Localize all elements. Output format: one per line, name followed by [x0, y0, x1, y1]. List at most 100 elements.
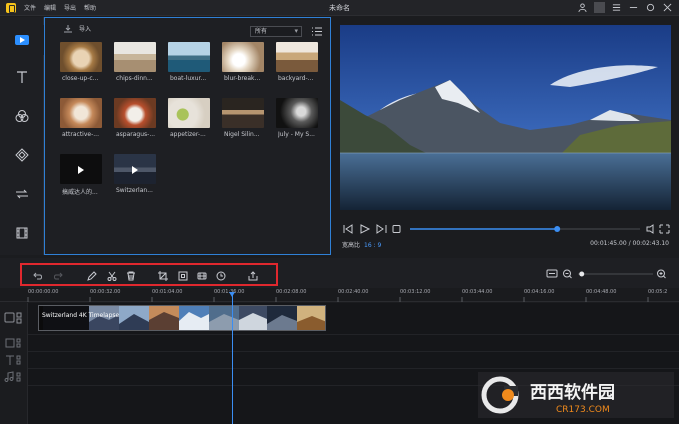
media-item[interactable]: backyard-... — [276, 42, 320, 86]
menu-edit[interactable]: 编辑 — [44, 3, 56, 12]
pencil-icon — [87, 271, 97, 281]
eye-icon[interactable] — [16, 318, 22, 324]
volume-icon[interactable] — [646, 224, 654, 234]
text-track[interactable] — [28, 352, 679, 369]
zoom-crop-button[interactable] — [177, 270, 189, 282]
fullscreen-icon[interactable] — [659, 224, 670, 234]
film-icon — [16, 227, 28, 239]
undo-button[interactable] — [32, 270, 44, 282]
media-item[interactable]: boat-luxur... — [168, 42, 212, 86]
tick-label: 00:03:44.00 — [462, 289, 493, 295]
overlay-icon — [15, 148, 29, 162]
media-icon — [15, 35, 29, 45]
playhead[interactable] — [229, 292, 235, 424]
media-caption: blur-break... — [224, 75, 261, 82]
media-item[interactable]: Switzerlan... — [114, 154, 158, 198]
track-header-filler — [0, 386, 28, 424]
music-track-header — [0, 369, 28, 386]
sidebar-item-overlay[interactable] — [0, 140, 44, 170]
transition-icon — [16, 189, 28, 199]
video-track-icon — [4, 312, 15, 323]
watermark: 西西软件园 CR173.COM — [478, 372, 674, 418]
media-item[interactable]: close-up-c... — [60, 42, 104, 86]
edit-tools-highlight — [20, 263, 278, 286]
text-icon — [17, 71, 27, 83]
export-clip-button[interactable] — [247, 270, 259, 282]
aspect-ratio-value[interactable]: 16 : 9 — [364, 242, 381, 249]
timeline-ruler[interactable]: 00:00:00.00 00:00:32.00 00:01:04.00 00:0… — [0, 288, 679, 302]
sidebar-item-text[interactable] — [0, 62, 44, 92]
lock-icon[interactable] — [16, 312, 22, 318]
list-view-icon[interactable] — [312, 27, 322, 36]
clip-prefix: og — [39, 315, 40, 322]
menu-icon[interactable] — [611, 2, 622, 13]
duration-button[interactable] — [215, 270, 227, 282]
prev-frame-icon[interactable] — [343, 224, 353, 234]
play-icon[interactable] — [360, 224, 371, 234]
tick-label: 00:04:16.00 — [524, 289, 555, 295]
close-icon[interactable] — [662, 2, 673, 13]
media-caption: asparagus-... — [116, 131, 156, 138]
sidebar-item-media[interactable] — [0, 25, 44, 55]
import-label: 导入 — [79, 26, 92, 33]
filter-icon — [15, 110, 29, 122]
menu-export[interactable]: 导出 — [64, 3, 76, 12]
edit-toolbar — [0, 258, 679, 288]
mosaic-button[interactable] — [196, 270, 208, 282]
stop-icon[interactable] — [392, 225, 401, 233]
menu-file[interactable]: 文件 — [24, 3, 36, 12]
media-thumbnail — [114, 98, 156, 128]
player-controls — [340, 222, 671, 236]
media-item[interactable]: appetizer-... — [168, 98, 212, 142]
media-thumbnail — [60, 42, 102, 72]
media-item[interactable]: blur-break... — [222, 42, 266, 86]
menu-bar: 文件 编辑 导出 帮助 — [24, 3, 96, 12]
redo-button[interactable] — [52, 270, 64, 282]
aspect-ratio-info: 宽高比 16 : 9 — [342, 240, 381, 249]
split-button[interactable] — [106, 270, 118, 282]
media-item[interactable]: asparagus-... — [114, 98, 158, 142]
share-icon — [248, 271, 258, 281]
preview-frame — [340, 25, 671, 210]
crop-button[interactable] — [157, 270, 169, 282]
delete-button[interactable] — [125, 270, 137, 282]
media-thumbnail — [276, 42, 318, 72]
edit-button[interactable] — [86, 270, 98, 282]
tick-label: 00:02:40.00 — [338, 289, 369, 295]
media-thumbnail — [60, 154, 102, 184]
media-caption: close-up-c... — [62, 75, 99, 82]
sidebar-item-element[interactable] — [0, 218, 44, 248]
progress-handle[interactable] — [554, 226, 561, 232]
redo-icon — [54, 272, 63, 280]
minimize-icon[interactable] — [628, 2, 639, 13]
sidebar-item-transition[interactable] — [0, 179, 44, 209]
media-item[interactable]: 搞威达人的... — [60, 154, 104, 198]
media-caption: backyard-... — [278, 75, 314, 82]
import-button[interactable]: 导入 — [63, 24, 91, 33]
app-logo — [6, 3, 16, 13]
zoom-handle[interactable] — [579, 271, 585, 277]
media-item[interactable]: attractive-... — [60, 98, 104, 142]
media-item[interactable]: chips-dinn... — [114, 42, 158, 86]
title-bar: 文件 编辑 导出 帮助 未命名 — [0, 0, 679, 16]
media-item[interactable]: July - My S... — [276, 98, 320, 142]
undo-icon — [33, 272, 42, 280]
media-caption: 搞威达人的... — [62, 189, 98, 196]
next-frame-icon[interactable] — [376, 224, 387, 234]
video-preview — [340, 25, 671, 210]
overlay-track[interactable] — [28, 335, 679, 352]
tick-label: 00:01:04.00 — [152, 289, 183, 295]
tick-label: 00:03:12.00 — [400, 289, 431, 295]
maximize-icon[interactable] — [645, 2, 656, 13]
music-track-icon — [4, 371, 14, 382]
user-icon[interactable] — [577, 2, 588, 13]
video-clip[interactable]: og Switzerland 4K Timelapse — [38, 305, 326, 331]
media-filter-select[interactable]: 所有 — [250, 26, 302, 37]
watermark-title: 西西软件园 — [530, 382, 615, 403]
sidebar-item-filter[interactable] — [0, 101, 44, 131]
media-caption: July - My S... — [278, 131, 315, 138]
media-item[interactable]: Nigel Silin... — [222, 98, 266, 142]
frame-icon — [178, 271, 188, 281]
aspect-ratio-label: 宽高比 — [342, 242, 361, 249]
menu-help[interactable]: 帮助 — [84, 3, 96, 12]
